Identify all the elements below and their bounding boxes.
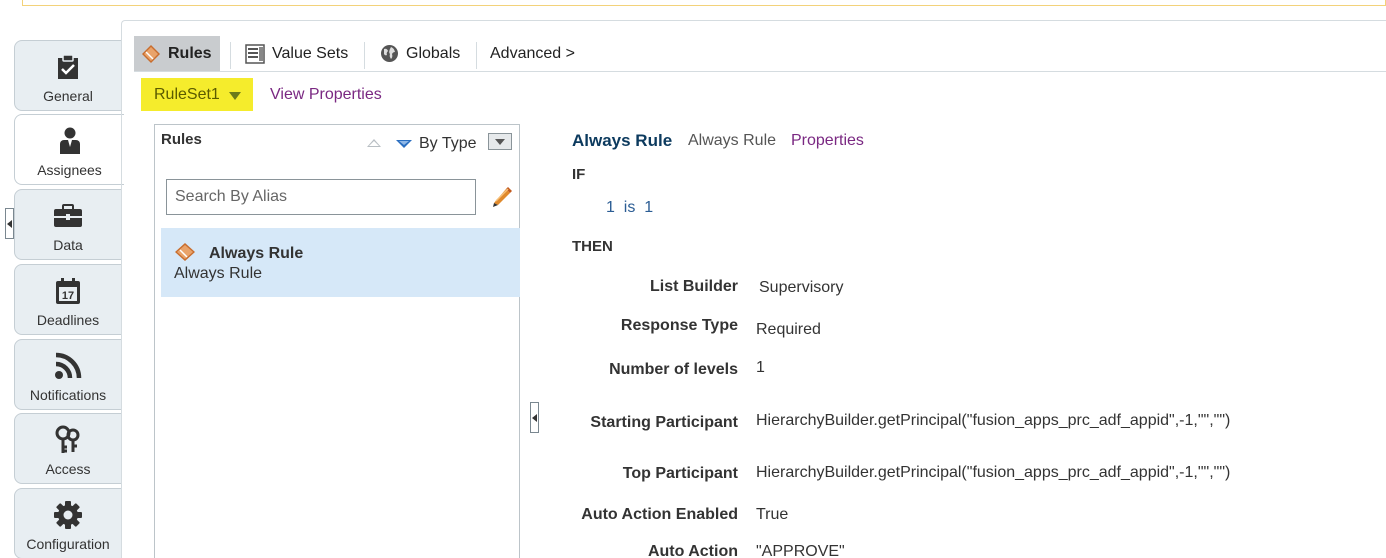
starting-participant-label: Starting Participant xyxy=(590,414,738,431)
clipboard-check-icon xyxy=(15,51,121,83)
tab-value-sets-label: Value Sets xyxy=(272,44,349,62)
nav-tab-assignees[interactable]: Assignees xyxy=(14,114,124,185)
view-properties-link[interactable]: View Properties xyxy=(270,86,382,104)
rule-diamond-icon xyxy=(174,242,196,267)
response-type-label: Response Type xyxy=(620,317,738,334)
ruleset-name: RuleSet1 xyxy=(154,85,220,103)
tab-separator xyxy=(364,42,365,69)
gear-icon xyxy=(15,499,121,531)
nav-tab-label: Notifications xyxy=(29,387,107,403)
tab-globals-label: Globals xyxy=(406,44,461,62)
tab-globals[interactable]: Globals xyxy=(380,36,460,71)
response-type-value[interactable]: Required xyxy=(756,321,821,339)
tab-advanced-label: Advanced > xyxy=(490,44,575,62)
auto-action-label: Auto Action xyxy=(647,543,738,558)
tab-rules-label: Rules xyxy=(168,44,212,62)
nav-tab-label: Assignees xyxy=(37,162,102,178)
nav-tab-label: General xyxy=(43,88,93,104)
nav-tab-label: Configuration xyxy=(26,536,110,552)
auto-action-enabled-label: Auto Action Enabled xyxy=(581,506,738,523)
chevron-down-icon xyxy=(228,92,241,100)
nav-tab-access[interactable]: Access xyxy=(14,413,122,484)
search-input[interactable] xyxy=(166,179,476,215)
tab-rules[interactable]: Rules xyxy=(134,36,220,71)
rule-detail-subtitle: Always Rule xyxy=(688,132,777,149)
starting-participant-value[interactable]: HierarchyBuilder.getPrincipal("fusion_ap… xyxy=(756,412,1230,430)
if-label: IF xyxy=(572,166,586,183)
nav-tab-general[interactable]: General xyxy=(14,40,122,111)
number-of-levels-value[interactable]: 1 xyxy=(756,359,765,377)
sort-by-type-label: By Type xyxy=(419,135,477,152)
globe-icon xyxy=(380,44,399,63)
nav-collapse-handle[interactable] xyxy=(5,208,14,239)
nav-tab-label: Access xyxy=(45,461,91,477)
list-builder-value[interactable]: Supervisory xyxy=(759,279,843,297)
sort-ascending-icon[interactable] xyxy=(367,139,381,147)
sort-by-dropdown-button[interactable] xyxy=(488,133,512,150)
auto-action-value[interactable]: "APPROVE" xyxy=(756,543,845,558)
calendar-day: 17 xyxy=(62,290,74,302)
rule-item-name: Always Rule xyxy=(209,245,304,262)
rule-list-item[interactable]: Always Rule Always Rule xyxy=(161,228,520,297)
rules-panel-title: Rules xyxy=(161,131,202,148)
number-of-levels-label: Number of levels xyxy=(609,361,738,378)
rss-icon xyxy=(15,350,121,382)
rule-properties-link[interactable]: Properties xyxy=(791,132,864,150)
calendar-icon: 17 xyxy=(15,275,121,307)
top-participant-label: Top Participant xyxy=(622,465,738,482)
briefcase-icon xyxy=(15,200,121,232)
nav-tab-configuration[interactable]: Configuration xyxy=(14,488,122,558)
keys-icon xyxy=(15,424,121,456)
rule-item-description: Always Rule xyxy=(174,265,263,282)
rule-condition[interactable]: 1 is 1 xyxy=(606,199,653,217)
ruleset-dropdown[interactable]: RuleSet1 xyxy=(141,78,253,111)
tab-separator xyxy=(230,42,231,69)
value-sets-icon xyxy=(245,43,265,64)
top-participant-value[interactable]: HierarchyBuilder.getPrincipal("fusion_ap… xyxy=(756,464,1230,482)
top-banner-edge xyxy=(22,0,1386,6)
tab-separator xyxy=(476,42,477,69)
panel-collapse-handle[interactable] xyxy=(530,402,539,433)
auto-action-enabled-value[interactable]: True xyxy=(756,506,788,524)
nav-tab-label: Data xyxy=(53,237,83,253)
person-icon xyxy=(15,125,124,157)
top-tab-bar: Rules Value Sets Globals Advanced > xyxy=(134,36,1386,72)
nav-tab-deadlines[interactable]: 17 Deadlines xyxy=(14,264,122,335)
rules-panel: Rules By Type Always Rule Always Rule xyxy=(154,124,520,558)
then-label: THEN xyxy=(572,238,613,255)
pencil-icon[interactable] xyxy=(491,186,513,213)
sort-descending-icon[interactable] xyxy=(396,140,412,148)
list-builder-label: List Builder xyxy=(649,278,738,295)
nav-tab-notifications[interactable]: Notifications xyxy=(14,339,122,410)
rule-detail-title: Always Rule xyxy=(572,131,673,150)
nav-tab-label: Deadlines xyxy=(36,312,100,328)
tab-advanced[interactable]: Advanced > xyxy=(490,36,575,71)
rules-diamond-icon xyxy=(141,44,161,64)
nav-tab-data[interactable]: Data xyxy=(14,189,122,260)
tab-value-sets[interactable]: Value Sets xyxy=(245,36,348,71)
